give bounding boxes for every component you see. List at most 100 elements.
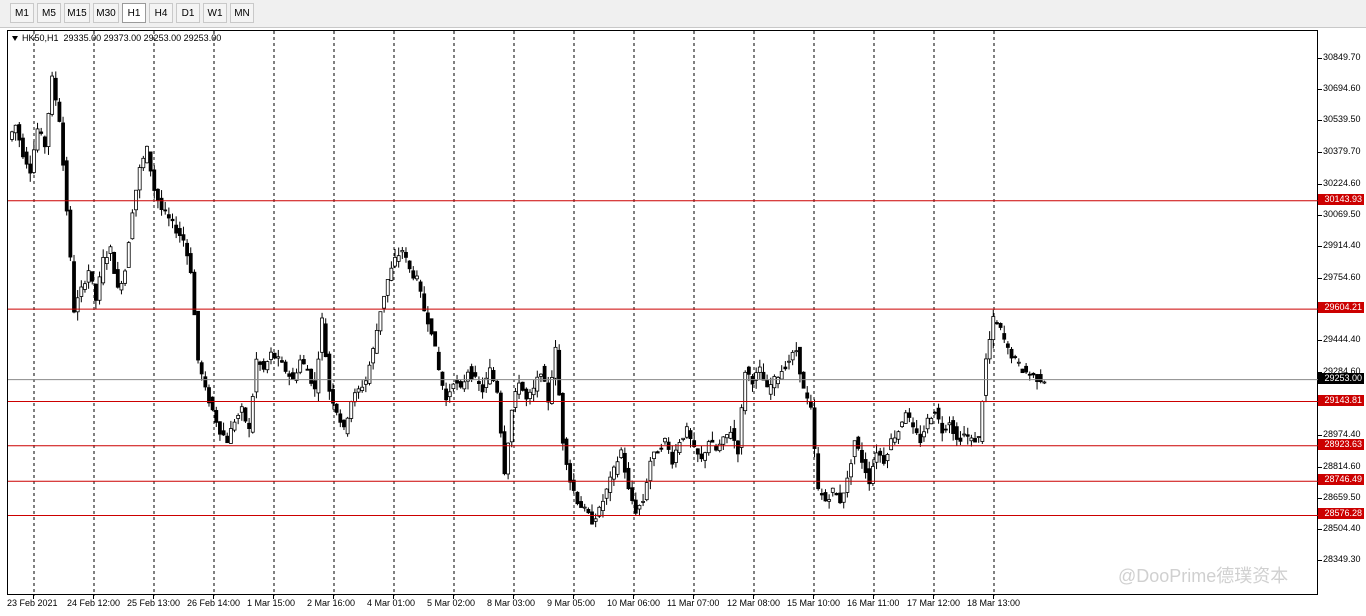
candle-body xyxy=(433,331,438,347)
candle-body xyxy=(400,250,405,253)
candle-body xyxy=(462,381,467,390)
timeframe-button-m15[interactable]: M15 xyxy=(64,3,90,23)
candle-body xyxy=(338,413,343,423)
timeframe-button-mn[interactable]: MN xyxy=(230,3,254,23)
timeframe-button-w1[interactable]: W1 xyxy=(203,3,227,23)
candle-body xyxy=(878,450,883,456)
candle-body xyxy=(732,428,737,441)
candle-body xyxy=(31,149,36,173)
chart-area[interactable] xyxy=(7,30,1319,596)
candle-body xyxy=(593,518,598,522)
candle-body xyxy=(101,257,106,284)
candle-body xyxy=(280,360,284,363)
candle-body xyxy=(951,420,956,434)
candle-body xyxy=(261,361,266,370)
candle-body xyxy=(922,431,926,438)
candle-body xyxy=(130,212,135,240)
candle-body xyxy=(954,426,959,440)
candle-body xyxy=(210,396,215,411)
candle-body xyxy=(546,382,551,403)
price-tick-label: 29914.40 xyxy=(1323,239,1361,250)
timeframe-button-h4[interactable]: H4 xyxy=(149,3,173,23)
candle-body xyxy=(703,452,707,461)
candle-body xyxy=(575,491,580,505)
price-tick-label: 30539.50 xyxy=(1323,114,1361,125)
candle-body xyxy=(513,391,518,408)
candle-body xyxy=(958,437,963,442)
candle-body xyxy=(181,234,186,241)
timeframe-button-d1[interactable]: D1 xyxy=(176,3,200,23)
candle-body xyxy=(549,377,554,404)
candle-body xyxy=(94,283,98,301)
candle-body xyxy=(203,376,208,388)
candle-body xyxy=(57,101,62,122)
candle-body xyxy=(779,371,784,380)
timeframe-button-m5[interactable]: M5 xyxy=(37,3,61,23)
candle-body xyxy=(411,270,416,279)
candle-body xyxy=(232,421,237,431)
candle-body xyxy=(980,401,985,442)
candle-body xyxy=(290,372,295,380)
candle-body xyxy=(812,407,817,449)
timeframe-button-m30[interactable]: M30 xyxy=(93,3,119,23)
timeframe-button-h1[interactable]: H1 xyxy=(122,3,146,23)
candle-body xyxy=(349,401,354,419)
timeframe-button-m1[interactable]: M1 xyxy=(10,3,34,23)
candle-body xyxy=(933,411,937,414)
candle-body xyxy=(663,437,667,443)
candle-body xyxy=(374,330,379,354)
candle-body xyxy=(469,366,474,380)
candle-body xyxy=(134,189,138,211)
price-tick xyxy=(1318,58,1322,60)
price-tick-label: 29754.60 xyxy=(1323,271,1361,282)
price-tick xyxy=(1318,340,1322,342)
price-tick xyxy=(1318,245,1322,247)
candle-body xyxy=(385,279,390,296)
candle-body xyxy=(225,435,230,444)
candle-body xyxy=(805,392,810,399)
candle-body xyxy=(458,381,463,388)
candle-body xyxy=(90,271,95,282)
candle-body xyxy=(586,509,591,514)
candle-body xyxy=(765,380,770,388)
candle-body xyxy=(353,392,357,403)
candle-body xyxy=(228,428,233,444)
time-label: 4 Mar 01:00 xyxy=(367,598,416,608)
time-label: 17 Mar 12:00 xyxy=(907,598,961,608)
candle-body xyxy=(520,381,525,391)
candle-body xyxy=(1002,333,1007,340)
candle-body xyxy=(911,422,915,428)
candle-body xyxy=(823,492,828,502)
candle-body xyxy=(768,384,773,395)
price-tick-label: 30694.60 xyxy=(1323,83,1361,94)
candle-body xyxy=(816,453,821,490)
candle-body xyxy=(776,377,780,385)
time-label: 23 Feb 2021 xyxy=(7,598,58,608)
candle-body xyxy=(517,382,521,395)
candle-body xyxy=(35,128,40,151)
price-tick-label: 28814.60 xyxy=(1323,460,1361,471)
candle-body xyxy=(444,388,448,401)
candle-body xyxy=(641,501,645,503)
candle-body xyxy=(28,163,33,174)
candle-body xyxy=(440,371,445,386)
candle-body xyxy=(652,451,656,460)
ohlc-values: 29335.00 29373.00 29253.00 29253.00 xyxy=(63,33,222,43)
candle-body xyxy=(415,275,419,280)
candle-body xyxy=(553,346,558,379)
candle-body xyxy=(845,477,850,493)
candle-body xyxy=(998,323,1003,328)
candle-body xyxy=(145,145,149,164)
candle-body xyxy=(305,368,310,371)
candle-body xyxy=(528,391,532,399)
candle-body xyxy=(699,453,704,460)
candle-body xyxy=(582,506,587,509)
candlestick-chart[interactable] xyxy=(8,31,1319,596)
candle-body xyxy=(622,452,627,473)
dropdown-arrow-icon[interactable] xyxy=(12,36,18,42)
watermark: @DooPrime德璞资本 xyxy=(1118,566,1289,586)
price-tick-label: 28504.40 xyxy=(1323,522,1361,533)
candle-body xyxy=(819,493,824,496)
candle-body xyxy=(342,419,346,428)
candle-body xyxy=(86,270,91,283)
